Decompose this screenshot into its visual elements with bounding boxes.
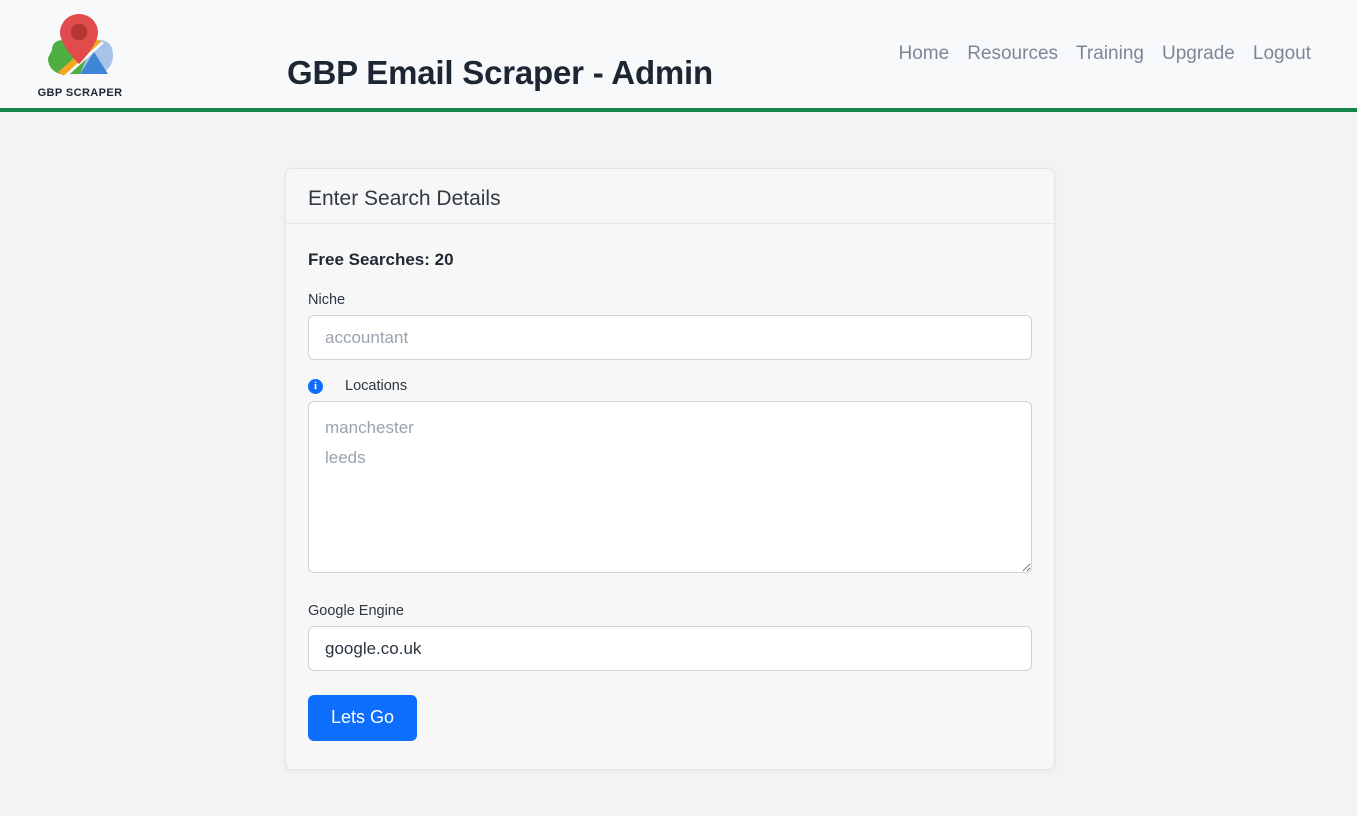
locations-label: Locations <box>345 378 408 395</box>
logo-caption: GBP SCRAPER <box>38 87 122 99</box>
site-header: GBP SCRAPER GBP Email Scraper - Admin Ho… <box>0 0 1357 112</box>
info-icon[interactable]: i <box>308 378 323 394</box>
free-searches-count: Free Searches: 20 <box>308 250 454 270</box>
locations-field-group: i Locations <box>308 378 1032 574</box>
nav-item-logout[interactable]: Logout <box>1253 43 1311 65</box>
google-engine-input[interactable] <box>308 626 1032 672</box>
niche-label: Niche <box>308 292 346 309</box>
card-body: Free Searches: 20 Niche i Locations Goog… <box>286 224 1054 769</box>
locations-textarea[interactable] <box>308 401 1032 574</box>
niche-field-group: Niche <box>308 292 1032 361</box>
page-body: Enter Search Details Free Searches: 20 N… <box>0 112 1357 812</box>
search-details-card: Enter Search Details Free Searches: 20 N… <box>285 168 1055 770</box>
nav-item-resources[interactable]: Resources <box>967 43 1058 65</box>
card-title: Enter Search Details <box>308 187 501 210</box>
niche-input[interactable] <box>308 315 1032 361</box>
gbp-scraper-logo-icon: GBP SCRAPER <box>38 14 122 99</box>
lets-go-button[interactable]: Lets Go <box>308 695 418 741</box>
main-nav: Home Resources Training Upgrade Logout <box>899 43 1311 65</box>
nav-item-upgrade[interactable]: Upgrade <box>1162 43 1235 65</box>
page-title: GBP Email Scraper - Admin <box>287 54 713 92</box>
nav-item-training[interactable]: Training <box>1076 43 1144 65</box>
card-header: Enter Search Details <box>286 169 1054 225</box>
field-spacer <box>308 591 1032 603</box>
google-engine-label: Google Engine <box>308 603 404 620</box>
google-engine-field-group: Google Engine <box>308 603 1032 672</box>
locations-label-row: i Locations <box>308 378 1032 394</box>
nav-item-home[interactable]: Home <box>899 43 950 65</box>
brand-logo-link[interactable]: GBP SCRAPER <box>38 8 122 100</box>
